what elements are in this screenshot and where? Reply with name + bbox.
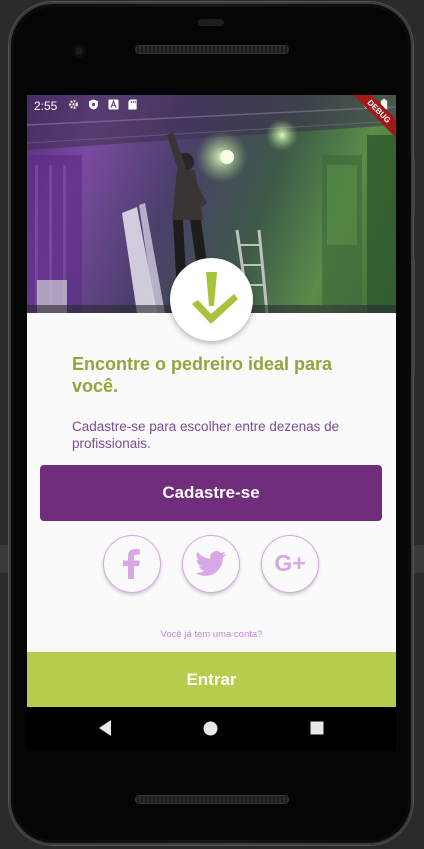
enter-button[interactable]: Entrar	[27, 652, 396, 707]
facebook-button[interactable]	[103, 535, 161, 593]
sd-card-icon	[128, 99, 137, 110]
checkmark-drop-logo	[192, 272, 238, 324]
status-time: 2:55	[34, 99, 58, 113]
bottom-speaker	[135, 795, 289, 804]
have-account-link[interactable]: Você já tem uma conta?	[27, 629, 396, 640]
twitter-icon	[195, 551, 226, 576]
power-button	[412, 158, 415, 216]
settings-icon	[69, 100, 78, 109]
top-speaker	[135, 45, 289, 54]
navigation-bar	[27, 707, 396, 751]
signup-button[interactable]: Cadastre-se	[40, 465, 382, 521]
subtext: Cadastre-se para escolher entre dezenas …	[72, 419, 340, 451]
google-plus-button[interactable]: G+	[261, 535, 319, 593]
twitter-button[interactable]	[182, 535, 240, 593]
a-icon	[108, 99, 119, 110]
home-icon[interactable]	[203, 721, 218, 736]
status-bar: 2:55	[27, 95, 396, 117]
facebook-icon	[123, 549, 140, 579]
headline: Encontre o pedreiro ideal para você.	[72, 354, 333, 396]
shield-icon	[88, 99, 99, 110]
volume-button	[412, 258, 415, 376]
back-icon[interactable]	[97, 719, 113, 737]
app-screen: 2:55 DEBUG Encontre o pedreiro ideal par…	[27, 95, 396, 707]
google-plus-icon: G+	[274, 550, 306, 576]
proximity-sensor	[198, 19, 224, 26]
app-logo	[170, 258, 253, 341]
recents-icon[interactable]	[310, 721, 324, 735]
front-camera	[72, 44, 86, 58]
